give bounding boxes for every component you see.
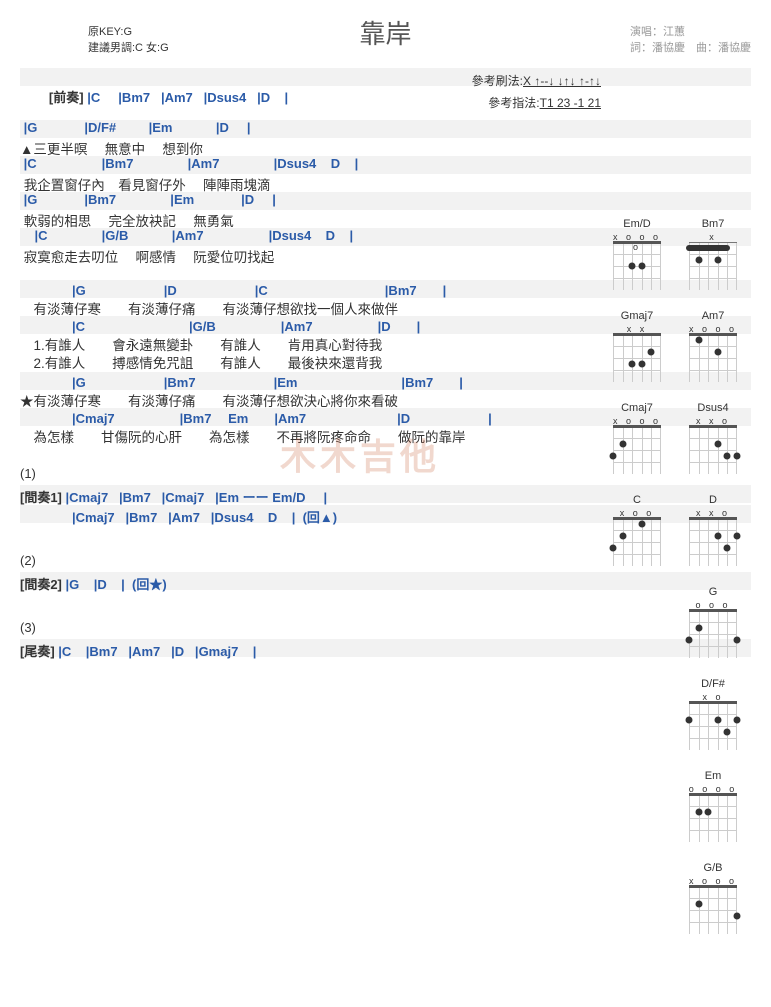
chord-top-marks: x bbox=[685, 232, 741, 242]
outro-label: [尾奏] bbox=[20, 644, 55, 659]
ch-r1-chords: |G |D |C |Bm7 | bbox=[20, 280, 551, 299]
v1-r4-chords: |C |G/B |Am7 |Dsus4 D | bbox=[20, 228, 551, 243]
int2-label: [間奏2] bbox=[20, 577, 62, 592]
int1-label: [間奏1] bbox=[20, 490, 62, 505]
header: 靠岸 原KEY:G 建議男調:C 女:G 演唱：江蕙 詞：潘協慶 曲：潘協慶 bbox=[20, 10, 751, 62]
song-title: 靠岸 bbox=[359, 14, 411, 51]
content-area: 木木吉他 [前奏] |C |Bm7 |Am7 |Dsus4 |D | 參考刷法:… bbox=[20, 68, 751, 665]
chord-diagram-g: G o o o bbox=[685, 586, 741, 658]
fretboard bbox=[689, 794, 737, 842]
fretboard bbox=[689, 702, 737, 750]
int1-chords1: |Cmaj7 |Bm7 |Cmaj7 |Em ーー Em/D | bbox=[66, 490, 328, 505]
fretboard bbox=[689, 518, 737, 566]
chord-name: D bbox=[685, 494, 741, 506]
chord-diagram-d: Dx x o bbox=[685, 494, 741, 566]
chord-name: G bbox=[685, 586, 741, 598]
diagram-row: G o o o bbox=[581, 586, 741, 658]
chord-name: D/F# bbox=[685, 678, 741, 690]
chord-diagram-c: Cx o o bbox=[609, 494, 665, 566]
chord-name: Am7 bbox=[685, 310, 741, 322]
ch-r3-lyrics: ★有淡薄仔寒 有淡薄仔痛 有淡薄仔想欲決心將你來看破 bbox=[20, 390, 551, 410]
ch-r2-lyrics1: 1.有誰人 會永遠無變卦 有誰人 肯用真心對待我 bbox=[20, 334, 551, 354]
fretboard bbox=[689, 610, 737, 658]
diagram-row: G/Bx o o o bbox=[581, 862, 741, 934]
v1-r4-lyrics: 寂寞愈走去叨位 啊感情 阮愛位叨找起 bbox=[20, 246, 551, 266]
fretboard bbox=[613, 242, 661, 290]
chord-name: Gmaj7 bbox=[609, 310, 665, 322]
chord-diagram-am7: Am7x o o o bbox=[685, 310, 741, 382]
chord-name: Em/D bbox=[609, 218, 665, 230]
int2-chords: |G |D | (回★) bbox=[66, 577, 167, 592]
fretboard bbox=[613, 518, 661, 566]
fretboard bbox=[613, 426, 661, 474]
chord-name: Bm7 bbox=[685, 218, 741, 230]
singer: 演唱：江蕙 bbox=[630, 24, 751, 40]
v1-r1-chords: |G |D/F# |Em |D | bbox=[20, 120, 551, 135]
chord-diagram-em: Emo o o o bbox=[685, 770, 741, 842]
diagram-row: Cmaj7x o o o Dsus4x x o bbox=[581, 402, 741, 474]
fretboard bbox=[613, 334, 661, 382]
v1-row1: |G |D/F# |Em |D | ▲三更半暝 無意中 想到你 bbox=[20, 120, 751, 156]
fretboard bbox=[689, 334, 737, 382]
v1-r2-chords: |C |Bm7 |Am7 |Dsus4 D | bbox=[20, 156, 551, 171]
suggested-key: 建議男調:C 女:G bbox=[88, 40, 169, 56]
chord-diagram-column: Em/Dx o o o o Bm7 x Gmaj7x x Am7x o o o Cmaj7… bbox=[581, 218, 741, 954]
fretboard bbox=[689, 242, 737, 290]
chord-diagram-gb: G/Bx o o o bbox=[685, 862, 741, 934]
v1-r2-lyrics: 我企置窗仔內 看見窗仔外 陣陣雨塊滴 bbox=[20, 174, 551, 194]
fretboard bbox=[689, 426, 737, 474]
composer: 詞：潘協慶 曲：潘協慶 bbox=[630, 40, 751, 56]
chord-diagram-dsus4: Dsus4x x o bbox=[685, 402, 741, 474]
ch-r2-lyrics2: 2.有誰人 搏感情免咒詛 有誰人 最後袂來還背我 bbox=[20, 352, 551, 372]
chord-name: Cmaj7 bbox=[609, 402, 665, 414]
watermark: 木木吉他 bbox=[280, 428, 440, 480]
chord-diagram-emd: Em/Dx o o o o bbox=[609, 218, 665, 290]
v1-r3-lyrics: 軟弱的相思 完全放袂記 無勇氣 bbox=[20, 210, 551, 230]
chord-diagram-bm7: Bm7 x bbox=[685, 218, 741, 290]
chord-diagram-gmaj7: Gmaj7x x bbox=[609, 310, 665, 382]
int1-chords2: |Cmaj7 |Bm7 |Am7 |Dsus4 D | (回▲) bbox=[20, 507, 551, 526]
strum-label: 參考刷法:X ↑--↓ ↓↑↓ ↑-↑↓ bbox=[472, 72, 601, 89]
chord-diagram-df: D/F# x o bbox=[685, 678, 741, 750]
diagram-row: Gmaj7x x Am7x o o o bbox=[581, 310, 741, 382]
ch-r3-chords: |G |Bm7 |Em |Bm7 | bbox=[20, 372, 551, 391]
chord-name: Em bbox=[685, 770, 741, 782]
diagram-row: D/F# x o bbox=[581, 678, 741, 750]
v1-row2: |C |Bm7 |Am7 |Dsus4 D | 我企置窗仔內 看見窗仔外 陣陣雨… bbox=[20, 156, 751, 192]
outro-chords: |C |Bm7 |Am7 |D |Gmaj7 | bbox=[58, 644, 256, 659]
key-info: 原KEY:G 建議男調:C 女:G bbox=[88, 24, 169, 56]
ch-r4-chords: |Cmaj7 |Bm7 Em |Am7 |D | bbox=[20, 408, 551, 427]
credits: 演唱：江蕙 詞：潘協慶 曲：潘協慶 bbox=[630, 24, 751, 56]
v1-r3-chords: |G |Bm7 |Em |D | bbox=[20, 192, 551, 207]
original-key: 原KEY:G bbox=[88, 24, 169, 40]
v1-r1-lyrics: ▲三更半暝 無意中 想到你 bbox=[20, 138, 551, 158]
intro-row: [前奏] |C |Bm7 |Am7 |Dsus4 |D | 參考刷法:X ↑--… bbox=[20, 68, 751, 94]
chord-name: G/B bbox=[685, 862, 741, 874]
ch-r1-lyrics: 有淡薄仔寒 有淡薄仔痛 有淡薄仔想欲找一個人來做伴 bbox=[20, 298, 551, 318]
chord-name: C bbox=[609, 494, 665, 506]
pick-row: 參考指法:T1 23 -1 21 bbox=[20, 94, 751, 120]
diagram-row: Cx o o Dx x o bbox=[581, 494, 741, 566]
pick-label: 參考指法:T1 23 -1 21 bbox=[488, 94, 601, 111]
ch-r2-chords: |C |G/B |Am7 |D | bbox=[20, 316, 551, 335]
diagram-row: Em/Dx o o o o Bm7 x bbox=[581, 218, 741, 290]
fretboard bbox=[689, 886, 737, 934]
chord-diagram-cmaj7: Cmaj7x o o o bbox=[609, 402, 665, 474]
chord-name: Dsus4 bbox=[685, 402, 741, 414]
diagram-row: Emo o o o bbox=[581, 770, 741, 842]
